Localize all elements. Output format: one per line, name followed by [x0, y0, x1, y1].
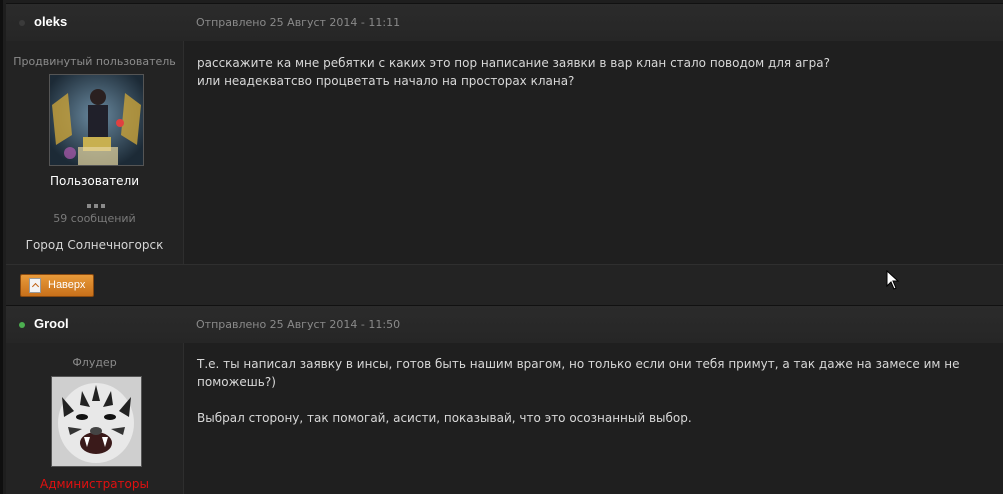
member-city: Город Солнечногорск	[25, 238, 164, 252]
page-up-icon	[29, 278, 41, 293]
member-rank: Флудер	[72, 356, 117, 369]
post-text-line: расскажите ка мне ребятки с каких это по…	[197, 56, 830, 70]
post-timestamp[interactable]: Отправлено 25 Август 2014 - 11:50	[196, 318, 400, 331]
post-header: oleks Отправлено 25 Август 2014 - 11:11	[6, 3, 1003, 42]
post-content: Т.е. ты написал заявку в инсы, готов быт…	[197, 355, 993, 427]
post-text-line: или неадекватсво процветать начало на пр…	[197, 74, 575, 88]
member-rank: Продвинутый пользователь	[13, 55, 176, 68]
post-count: 59 сообщений	[53, 212, 136, 225]
tiger-avatar[interactable]	[51, 376, 142, 467]
offline-status-icon	[19, 20, 25, 26]
post-body: Продвинутый пользователь Пользователи 59…	[6, 41, 1003, 264]
post-content: расскажите ка мне ребятки с каких это по…	[197, 54, 993, 90]
post-controls-bar: Наверх	[6, 264, 1003, 306]
post-body: Флудер Администраторы Т.е. ты написал за…	[6, 343, 1003, 494]
author-info: Продвинутый пользователь Пользователи 59…	[6, 41, 184, 264]
mouse-cursor-icon	[886, 270, 900, 290]
author-name[interactable]: oleks	[34, 14, 67, 29]
post-timestamp[interactable]: Отправлено 25 Август 2014 - 11:11	[196, 16, 400, 29]
post-text-line: Т.е. ты написал заявку в инсы, готов быт…	[197, 357, 960, 389]
game-character-avatar[interactable]	[49, 74, 144, 166]
back-to-top-label: Наверх	[48, 279, 86, 291]
author-name[interactable]: Grool	[34, 316, 69, 331]
post-header: Grool Отправлено 25 Август 2014 - 11:50	[6, 305, 1003, 344]
online-status-icon	[19, 322, 25, 328]
member-group: Администраторы	[40, 477, 149, 491]
author-info: Флудер Администраторы	[6, 343, 184, 494]
member-group: Пользователи	[49, 174, 140, 188]
back-to-top-button[interactable]: Наверх	[20, 274, 94, 297]
rank-pips	[84, 197, 108, 208]
post-text-line: Выбрал сторону, так помогай, асисти, пок…	[197, 411, 692, 425]
forum-thread: oleks Отправлено 25 Август 2014 - 11:11 …	[0, 0, 1003, 494]
